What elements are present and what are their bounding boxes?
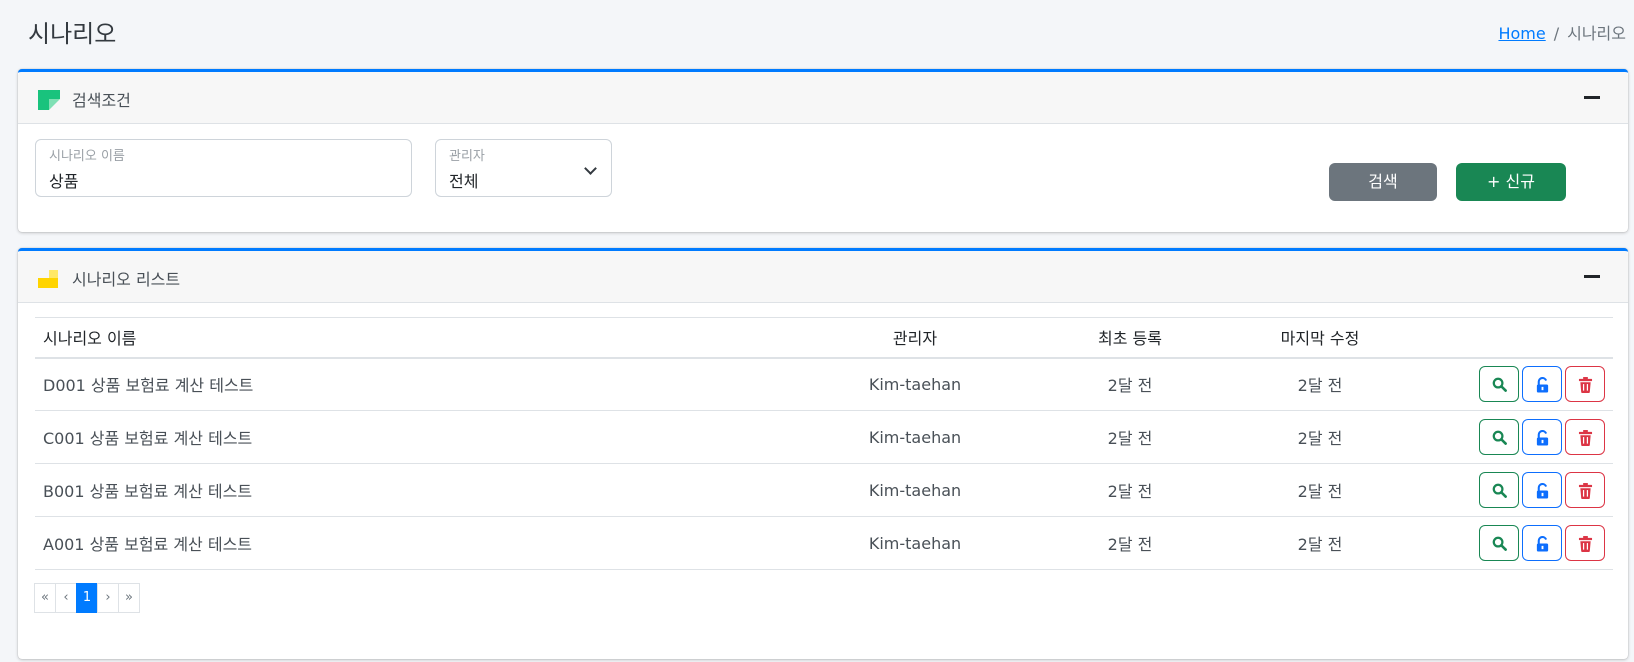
unlock-icon <box>1536 483 1549 499</box>
actions-cell <box>1415 357 1613 411</box>
page-header: 시나리오 Home / 시나리오 <box>0 0 1634 64</box>
page-title: 시나리오 <box>28 20 117 48</box>
pagination-next[interactable]: › <box>97 583 119 613</box>
column-header-registered: 최초 등록 <box>1035 317 1225 359</box>
stairs-icon <box>38 270 58 288</box>
breadcrumb: Home / 시나리오 <box>1498 20 1626 44</box>
unlock-button[interactable] <box>1522 525 1562 561</box>
manager-cell: Kim-taehan <box>795 357 1035 411</box>
registered-cell: 2달 전 <box>1035 463 1225 517</box>
chevron-down-icon <box>584 162 597 175</box>
scenario-name-input[interactable]: 상품 <box>49 168 78 192</box>
scenario-name-field[interactable]: 시나리오 이름 상품 <box>35 139 412 197</box>
pagination-prev[interactable]: ‹ <box>55 583 77 613</box>
actions-cell <box>1415 463 1613 517</box>
trash-icon <box>1578 377 1593 394</box>
delete-button[interactable] <box>1565 525 1605 561</box>
column-header-name: 시나리오 이름 <box>35 317 795 359</box>
pagination: « ‹ 1 › » <box>34 583 140 613</box>
unlock-icon <box>1536 377 1549 393</box>
search-icon <box>1492 377 1507 393</box>
column-header-actions <box>1415 317 1613 359</box>
unlock-button[interactable] <box>1522 366 1562 403</box>
delete-button[interactable] <box>1565 419 1605 455</box>
table-row: C001 상품 보험료 계산 테스트 Kim-taehan 2달 전 2달 전 <box>35 410 1613 464</box>
manager-select[interactable]: 관리자 전체 <box>435 139 612 197</box>
table-row: B001 상품 보험료 계산 테스트 Kim-taehan 2달 전 2달 전 <box>35 463 1613 517</box>
search-card-header: 검색조건 <box>18 72 1628 124</box>
manager-label: 관리자 <box>449 149 485 164</box>
pagination-first[interactable]: « <box>34 583 56 613</box>
column-header-manager: 관리자 <box>795 317 1035 359</box>
actions-cell <box>1415 410 1613 464</box>
view-button[interactable] <box>1479 366 1519 403</box>
trash-icon <box>1578 430 1593 446</box>
view-button[interactable] <box>1479 472 1519 508</box>
scenario-list-card: 시나리오 리스트 시나리오 이름 관리자 최초 등록 마지막 수정 D001 상… <box>18 248 1628 659</box>
scenario-name-cell: D001 상품 보험료 계산 테스트 <box>35 357 795 411</box>
new-button[interactable]: + 신규 <box>1456 163 1566 201</box>
breadcrumb-separator: / <box>1553 24 1560 43</box>
search-icon <box>1492 430 1507 445</box>
table-row: A001 상품 보험료 계산 테스트 Kim-taehan 2달 전 2달 전 <box>35 516 1613 570</box>
pagination-last[interactable]: » <box>118 583 140 613</box>
breadcrumb-home-link[interactable]: Home <box>1498 24 1545 43</box>
scenario-name-cell: B001 상품 보험료 계산 테스트 <box>35 463 795 517</box>
modified-cell: 2달 전 <box>1225 463 1415 517</box>
modified-cell: 2달 전 <box>1225 357 1415 411</box>
registered-cell: 2달 전 <box>1035 516 1225 570</box>
unlock-icon <box>1536 430 1549 446</box>
pagination-page-1[interactable]: 1 <box>76 583 98 613</box>
delete-button[interactable] <box>1565 366 1605 403</box>
trash-icon <box>1578 536 1593 552</box>
registered-cell: 2달 전 <box>1035 410 1225 464</box>
manager-selected-value: 전체 <box>449 172 479 191</box>
search-card-title: 검색조건 <box>72 91 131 110</box>
manager-cell: Kim-taehan <box>795 516 1035 570</box>
modified-cell: 2달 전 <box>1225 516 1415 570</box>
scenario-table: 시나리오 이름 관리자 최초 등록 마지막 수정 D001 상품 보험료 계산 … <box>35 317 1613 570</box>
list-card-collapse-button[interactable] <box>1584 275 1600 278</box>
search-conditions-card: 검색조건 시나리오 이름 상품 관리자 전체 검색 + 신규 <box>18 69 1628 232</box>
scenario-name-cell: A001 상품 보험료 계산 테스트 <box>35 516 795 570</box>
breadcrumb-current: 시나리오 <box>1567 24 1626 43</box>
scenario-name-label: 시나리오 이름 <box>49 149 125 164</box>
delete-button[interactable] <box>1565 472 1605 508</box>
column-header-modified: 마지막 수정 <box>1225 317 1415 359</box>
actions-cell <box>1415 516 1613 570</box>
modified-cell: 2달 전 <box>1225 410 1415 464</box>
unlock-button[interactable] <box>1522 472 1562 508</box>
unlock-icon <box>1536 536 1549 552</box>
trash-icon <box>1578 483 1593 499</box>
search-button[interactable]: 검색 <box>1329 163 1437 201</box>
table-header-row: 시나리오 이름 관리자 최초 등록 마지막 수정 <box>35 317 1613 359</box>
search-card-collapse-button[interactable] <box>1584 96 1600 99</box>
registered-cell: 2달 전 <box>1035 357 1225 411</box>
manager-cell: Kim-taehan <box>795 410 1035 464</box>
flag-icon <box>38 90 60 110</box>
view-button[interactable] <box>1479 419 1519 455</box>
scenario-name-cell: C001 상품 보험료 계산 테스트 <box>35 410 795 464</box>
list-card-header: 시나리오 리스트 <box>18 251 1628 303</box>
table-row: D001 상품 보험료 계산 테스트 Kim-taehan 2달 전 2달 전 <box>35 357 1613 411</box>
search-icon <box>1492 536 1507 551</box>
manager-cell: Kim-taehan <box>795 463 1035 517</box>
view-button[interactable] <box>1479 525 1519 561</box>
unlock-button[interactable] <box>1522 419 1562 455</box>
search-icon <box>1492 483 1507 498</box>
list-card-title: 시나리오 리스트 <box>72 270 181 289</box>
